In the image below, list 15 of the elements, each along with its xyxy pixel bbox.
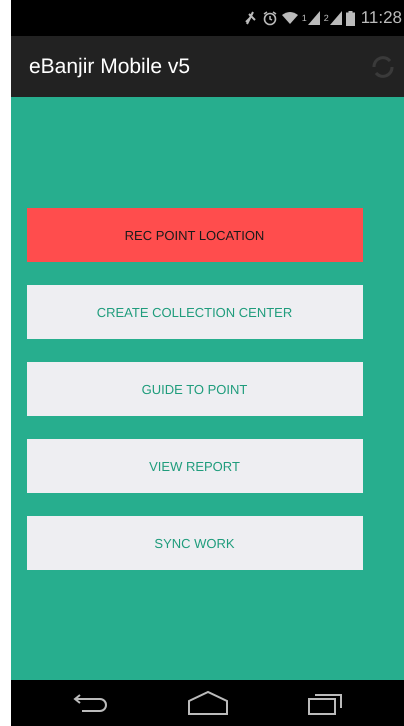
menu-button[interactable]: VIEW REPORT [26,439,362,493]
sim-label: 2 [324,13,329,23]
menu-button[interactable]: GUIDE TO POINT [26,362,362,416]
clock-time: 11:28 [360,8,402,28]
menu-button[interactable]: REC POINT LOCATION [26,208,362,262]
menu-button[interactable]: CREATE COLLECTION CENTER [26,285,362,339]
wifi-icon [282,11,298,25]
signal-icon [330,11,342,25]
home-icon[interactable] [187,690,230,716]
menu-button[interactable]: SYNC WORK [26,516,362,570]
sim-label: 1 [302,13,307,23]
alarm-icon [262,10,278,26]
app-title: eBanjir Mobile v5 [29,54,190,78]
signal-icon [308,11,320,25]
battery-icon [346,10,355,26]
